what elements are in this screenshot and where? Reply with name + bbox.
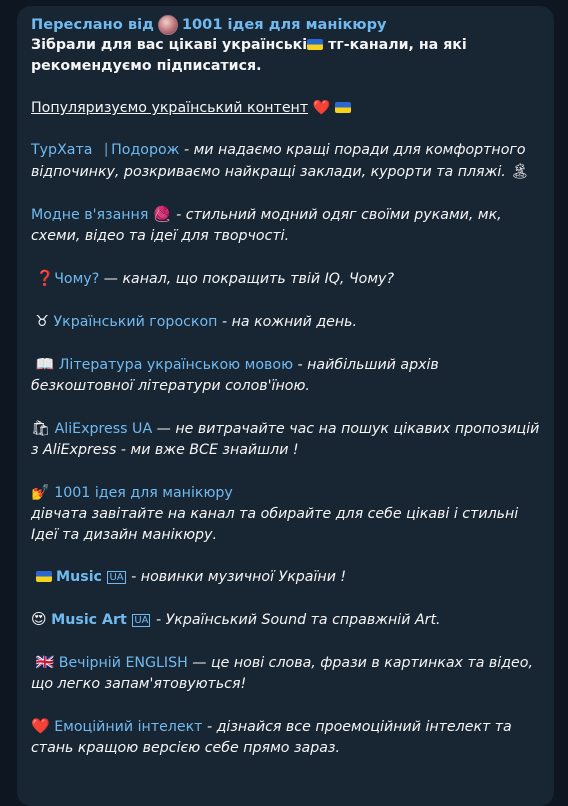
ukraine-flag-icon: [307, 39, 324, 50]
channel-link-aliexpress[interactable]: AliExpress UA: [55, 421, 153, 437]
heart-icon: ❤️: [312, 100, 331, 116]
channel-desc: - Український Sound та справжній Art.: [151, 612, 441, 628]
list-item: Модне в'язання 🧶 - стильний модний одяг …: [31, 204, 543, 247]
intro-line: Зібрали для вас цікаві українські: [31, 37, 308, 53]
list-item: ❤️ Емоційний інтелект - дізнайся все про…: [31, 716, 543, 759]
heart-eyes-icon: 😍: [31, 610, 47, 628]
message-content: Переслано від 1001 ідея для манікюру Зіб…: [31, 14, 543, 759]
uk-flag-icon: 🇬🇧: [35, 653, 55, 671]
question-icon: ❓: [35, 269, 55, 287]
ukraine-flag-icon: [334, 102, 351, 113]
list-item: 😍 Music Art UA - Український Sound та сп…: [31, 609, 543, 631]
list-item: 🛍 AliExpress UA — не витрачайте час на п…: [31, 418, 543, 461]
channel-link-knitting[interactable]: Модне в'язання: [31, 207, 148, 223]
book-icon: 📖: [35, 355, 55, 373]
list-item: 📖 Література українською мовою - найбіль…: [31, 354, 543, 397]
channel-desc: дівчата завітайте на канал та обирайте д…: [31, 506, 519, 543]
channel-link-turhata[interactable]: ТурХата⎹ Подорож: [31, 142, 179, 158]
forwarded-prefix: Переслано від: [31, 16, 154, 33]
taurus-icon: ♉: [35, 312, 49, 330]
heart-icon: ❤️: [31, 717, 50, 735]
channel-link-music[interactable]: Music: [56, 569, 102, 585]
list-item: 🇬🇧 Вечірній ENGLISH — це нові слова, фра…: [31, 652, 543, 695]
promo-text: Популяризуємо український контент: [31, 100, 309, 116]
channel-desc: — канал, що покращить твій IQ, Чому?: [99, 271, 394, 287]
forwarded-channel[interactable]: 1001 ідея для манікюру: [182, 14, 387, 35]
channel-link-english[interactable]: Вечірній ENGLISH: [59, 655, 188, 671]
ua-badge: UA: [132, 614, 151, 627]
ua-badge: UA: [107, 571, 126, 584]
ukraine-flag-icon: [35, 571, 52, 582]
channel-link-emotional-iq[interactable]: Емоційний інтелект: [54, 719, 202, 735]
channel-link-chomu[interactable]: Чому?: [54, 271, 99, 287]
list-item: ❓Чому? — канал, що покращить твій IQ, Чо…: [31, 268, 543, 290]
channel-avatar[interactable]: [157, 14, 178, 35]
island-icon: 🏝: [510, 162, 530, 180]
channel-desc: - на кожний день.: [217, 314, 358, 330]
list-item: Music UA - новинки музичної України !: [31, 567, 543, 588]
list-item: ТурХата⎹ Подорож - ми надаємо кращі пора…: [31, 140, 543, 183]
shopping-bag-icon: 🛍: [31, 419, 51, 437]
list-item: 💅 1001 ідея для манікюру дівчата завітайт…: [31, 482, 543, 546]
channel-link-horoscope[interactable]: Український гороскоп: [53, 314, 217, 330]
yarn-icon: 🧶: [152, 205, 172, 223]
promo-line: Популяризуємо український контент ❤️: [31, 98, 543, 119]
intro-text: Зібрали для вас цікаві українські тг-кан…: [31, 35, 543, 77]
channel-link-music-art[interactable]: Music Art: [51, 612, 127, 628]
nail-polish-icon: 💅: [31, 483, 50, 501]
channel-desc: - новинки музичної України !: [126, 569, 347, 585]
channel-link-literature[interactable]: Література українською мовою: [59, 357, 293, 373]
channel-link-manicure[interactable]: 1001 ідея для манікюру: [54, 485, 233, 501]
list-item: ♉ Український гороскоп - на кожний день.: [31, 311, 543, 333]
forwarded-header[interactable]: Переслано від 1001 ідея для манікюру: [31, 14, 543, 35]
